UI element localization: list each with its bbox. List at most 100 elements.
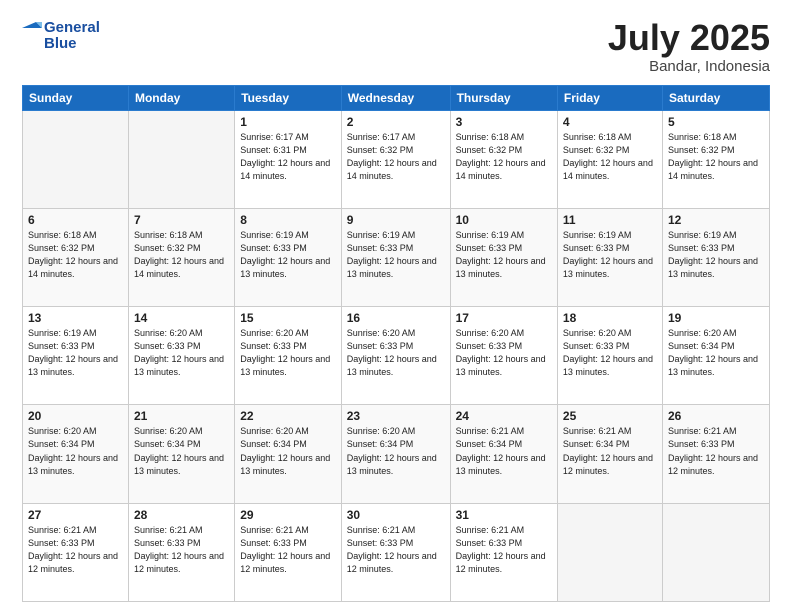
day-number: 7	[134, 213, 229, 227]
calendar-title: July 2025	[608, 18, 770, 58]
day-info: Sunrise: 6:20 AMSunset: 6:33 PMDaylight:…	[347, 327, 445, 379]
day-info: Sunrise: 6:19 AMSunset: 6:33 PMDaylight:…	[28, 327, 123, 379]
weekday-header-row: SundayMondayTuesdayWednesdayThursdayFrid…	[23, 85, 770, 110]
day-info: Sunrise: 6:21 AMSunset: 6:34 PMDaylight:…	[456, 425, 552, 477]
calendar-cell: 11Sunrise: 6:19 AMSunset: 6:33 PMDayligh…	[557, 208, 662, 306]
day-info: Sunrise: 6:21 AMSunset: 6:33 PMDaylight:…	[668, 425, 764, 477]
calendar-cell: 12Sunrise: 6:19 AMSunset: 6:33 PMDayligh…	[662, 208, 769, 306]
day-number: 27	[28, 508, 123, 522]
day-info: Sunrise: 6:20 AMSunset: 6:33 PMDaylight:…	[563, 327, 657, 379]
day-info: Sunrise: 6:21 AMSunset: 6:33 PMDaylight:…	[456, 524, 552, 576]
calendar-cell	[557, 503, 662, 601]
calendar-cell: 31 Sunrise: 6:21 AMSunset: 6:33 PMDayligh…	[450, 503, 557, 601]
logo-text-blue: Blue	[44, 36, 100, 53]
calendar-cell: 19 Sunrise: 6:20 AMSunset: 6:34 PMDayligh…	[662, 307, 769, 405]
day-info: Sunrise: 6:19 AMSunset: 6:33 PMDaylight:…	[456, 229, 552, 281]
calendar-location: Bandar, Indonesia	[608, 58, 770, 75]
logo: General Blue	[22, 18, 100, 54]
day-number: 31	[456, 508, 552, 522]
day-info: Sunrise: 6:21 AMSunset: 6:33 PMDaylight:…	[347, 524, 445, 576]
calendar-cell: 21Sunrise: 6:20 AMSunset: 6:34 PMDayligh…	[128, 405, 234, 503]
calendar-cell: 23 Sunrise: 6:20 AMSunset: 6:34 PMDayligh…	[341, 405, 450, 503]
day-info: Sunrise: 6:20 AMSunset: 6:34 PMDaylight:…	[668, 327, 764, 379]
page: General Blue July 2025 Bandar, Indonesia…	[0, 0, 792, 612]
day-number: 4	[563, 115, 657, 129]
day-number: 16	[347, 311, 445, 325]
day-info: Sunrise: 6:20 AMSunset: 6:34 PMDaylight:…	[134, 425, 229, 477]
day-number: 29	[240, 508, 336, 522]
day-info: Sunrise: 6:21 AMSunset: 6:33 PMDaylight:…	[28, 524, 123, 576]
day-info: Sunrise: 6:21 AMSunset: 6:33 PMDaylight:…	[240, 524, 336, 576]
day-info: Sunrise: 6:20 AMSunset: 6:34 PMDaylight:…	[240, 425, 336, 477]
day-info: Sunrise: 6:20 AMSunset: 6:33 PMDaylight:…	[240, 327, 336, 379]
calendar-cell: 7Sunrise: 6:18 AMSunset: 6:32 PMDaylight…	[128, 208, 234, 306]
day-info: Sunrise: 6:18 AMSunset: 6:32 PMDaylight:…	[563, 131, 657, 183]
day-info: Sunrise: 6:18 AMSunset: 6:32 PMDaylight:…	[456, 131, 552, 183]
calendar-cell: 18 Sunrise: 6:20 AMSunset: 6:33 PMDayligh…	[557, 307, 662, 405]
day-number: 2	[347, 115, 445, 129]
weekday-header-thursday: Thursday	[450, 85, 557, 110]
logo-text-general: General	[44, 20, 100, 37]
week-row-3: 13 Sunrise: 6:19 AMSunset: 6:33 PMDayligh…	[23, 307, 770, 405]
day-number: 8	[240, 213, 336, 227]
day-info: Sunrise: 6:17 AMSunset: 6:31 PMDaylight:…	[240, 131, 336, 183]
calendar-cell: 22Sunrise: 6:20 AMSunset: 6:34 PMDayligh…	[235, 405, 342, 503]
day-number: 3	[456, 115, 552, 129]
calendar-cell: 25 Sunrise: 6:21 AMSunset: 6:34 PMDayligh…	[557, 405, 662, 503]
calendar-cell: 17Sunrise: 6:20 AMSunset: 6:33 PMDayligh…	[450, 307, 557, 405]
day-info: Sunrise: 6:17 AMSunset: 6:32 PMDaylight:…	[347, 131, 445, 183]
day-info: Sunrise: 6:19 AMSunset: 6:33 PMDaylight:…	[563, 229, 657, 281]
day-number: 28	[134, 508, 229, 522]
day-number: 25	[563, 409, 657, 423]
calendar-cell: 8Sunrise: 6:19 AMSunset: 6:33 PMDaylight…	[235, 208, 342, 306]
calendar-cell: 20 Sunrise: 6:20 AMSunset: 6:34 PMDayligh…	[23, 405, 129, 503]
calendar-cell: 28 Sunrise: 6:21 AMSunset: 6:33 PMDayligh…	[128, 503, 234, 601]
day-info: Sunrise: 6:20 AMSunset: 6:34 PMDaylight:…	[347, 425, 445, 477]
day-info: Sunrise: 6:21 AMSunset: 6:34 PMDaylight:…	[563, 425, 657, 477]
weekday-header-sunday: Sunday	[23, 85, 129, 110]
weekday-header-friday: Friday	[557, 85, 662, 110]
weekday-header-tuesday: Tuesday	[235, 85, 342, 110]
calendar-cell: 13 Sunrise: 6:19 AMSunset: 6:33 PMDayligh…	[23, 307, 129, 405]
day-number: 6	[28, 213, 123, 227]
calendar-cell: 1 Sunrise: 6:17 AMSunset: 6:31 PMDaylight…	[235, 110, 342, 208]
day-number: 20	[28, 409, 123, 423]
day-info: Sunrise: 6:21 AMSunset: 6:33 PMDaylight:…	[134, 524, 229, 576]
day-info: Sunrise: 6:20 AMSunset: 6:33 PMDaylight:…	[456, 327, 552, 379]
day-number: 9	[347, 213, 445, 227]
day-number: 23	[347, 409, 445, 423]
week-row-5: 27 Sunrise: 6:21 AMSunset: 6:33 PMDayligh…	[23, 503, 770, 601]
day-info: Sunrise: 6:19 AMSunset: 6:33 PMDaylight:…	[347, 229, 445, 281]
calendar-cell: 4 Sunrise: 6:18 AMSunset: 6:32 PMDaylight…	[557, 110, 662, 208]
calendar-cell: 30Sunrise: 6:21 AMSunset: 6:33 PMDayligh…	[341, 503, 450, 601]
calendar-cell: 5 Sunrise: 6:18 AMSunset: 6:32 PMDaylight…	[662, 110, 769, 208]
logo-container: General Blue	[22, 18, 100, 54]
day-info: Sunrise: 6:18 AMSunset: 6:32 PMDaylight:…	[28, 229, 123, 281]
day-number: 24	[456, 409, 552, 423]
day-info: Sunrise: 6:18 AMSunset: 6:32 PMDaylight:…	[668, 131, 764, 183]
calendar-cell: 9 Sunrise: 6:19 AMSunset: 6:33 PMDaylight…	[341, 208, 450, 306]
calendar-table: SundayMondayTuesdayWednesdayThursdayFrid…	[22, 85, 770, 602]
day-number: 10	[456, 213, 552, 227]
day-number: 1	[240, 115, 336, 129]
calendar-cell: 26 Sunrise: 6:21 AMSunset: 6:33 PMDayligh…	[662, 405, 769, 503]
day-number: 14	[134, 311, 229, 325]
calendar-cell: 2 Sunrise: 6:17 AMSunset: 6:32 PMDaylight…	[341, 110, 450, 208]
day-number: 5	[668, 115, 764, 129]
day-info: Sunrise: 6:20 AMSunset: 6:33 PMDaylight:…	[134, 327, 229, 379]
calendar-cell: 6 Sunrise: 6:18 AMSunset: 6:32 PMDaylight…	[23, 208, 129, 306]
title-block: July 2025 Bandar, Indonesia	[608, 18, 770, 75]
calendar-cell	[662, 503, 769, 601]
day-number: 18	[563, 311, 657, 325]
week-row-2: 6 Sunrise: 6:18 AMSunset: 6:32 PMDaylight…	[23, 208, 770, 306]
calendar-cell: 15Sunrise: 6:20 AMSunset: 6:33 PMDayligh…	[235, 307, 342, 405]
day-number: 13	[28, 311, 123, 325]
day-info: Sunrise: 6:20 AMSunset: 6:34 PMDaylight:…	[28, 425, 123, 477]
calendar-cell: 27 Sunrise: 6:21 AMSunset: 6:33 PMDayligh…	[23, 503, 129, 601]
day-number: 12	[668, 213, 764, 227]
calendar-cell: 16 Sunrise: 6:20 AMSunset: 6:33 PMDayligh…	[341, 307, 450, 405]
day-number: 26	[668, 409, 764, 423]
day-number: 19	[668, 311, 764, 325]
calendar-cell	[23, 110, 129, 208]
weekday-header-monday: Monday	[128, 85, 234, 110]
